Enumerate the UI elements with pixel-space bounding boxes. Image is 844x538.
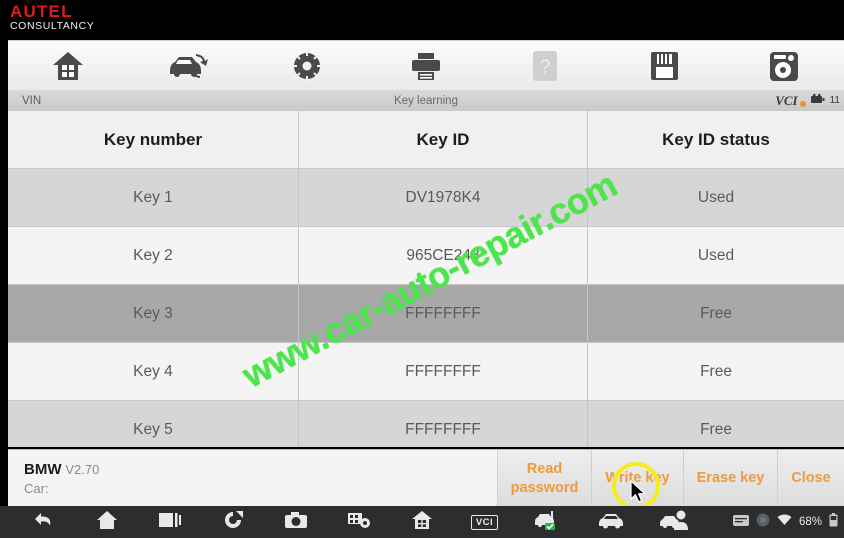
recent-apps-icon (158, 511, 182, 534)
save-floppy-icon (650, 51, 679, 81)
cell-key-id: FFFFFFFF (299, 343, 588, 400)
table-header-row: Key number Key ID Key ID status (8, 111, 844, 169)
column-header-key-id-status: Key ID status (662, 129, 770, 149)
svg-text:?: ? (540, 57, 551, 78)
bottom-action-bar: BMW V2.70 Car: Read password Write key E… (8, 449, 844, 507)
vci-badge-icon: VCI (470, 514, 499, 530)
vehicle-swap-icon (166, 51, 209, 81)
nav-recent-apps-button[interactable] (138, 511, 201, 534)
cell-key-id-status: Free (700, 362, 732, 380)
nav-left-group: VCI (0, 510, 705, 535)
cell-key-id: FFFFFFFF (299, 285, 588, 342)
cell-key-number: Key 5 (8, 401, 299, 447)
data-logging-icon (769, 51, 799, 82)
nav-rotate-button[interactable] (201, 510, 264, 535)
key-table: Key number Key ID Key ID status Key 1 DV… (8, 111, 844, 447)
nav-screenshot-settings-button[interactable] (327, 511, 390, 534)
brand-name: AUTEL (10, 2, 73, 21)
car-icon (597, 511, 625, 534)
cell-key-id-status: Used (697, 188, 735, 206)
battery-icon (829, 512, 838, 532)
toolbar-settings-button[interactable] (247, 41, 366, 91)
app-home-icon (411, 510, 433, 535)
home-icon (51, 50, 85, 82)
circle-icon[interactable] (756, 513, 770, 532)
vehicle-make: BMW (24, 461, 62, 478)
printer-icon (410, 51, 442, 81)
toolbar-help-button[interactable]: ? (486, 41, 605, 91)
vehicle-info: BMW V2.70 Car: (8, 450, 497, 507)
nav-app-home-button[interactable] (390, 510, 453, 535)
screenshot-settings-icon (347, 511, 371, 534)
read-password-button[interactable]: Read password (497, 450, 591, 507)
nav-camera-button[interactable] (264, 511, 327, 534)
nav-car-button[interactable] (579, 511, 642, 534)
write-key-button[interactable]: Write key (591, 450, 683, 507)
vci-label: VCI (775, 92, 798, 108)
cell-key-id-status: Used (697, 246, 735, 264)
erase-key-button[interactable]: Erase key (683, 450, 777, 507)
toolbar-datalog-button[interactable] (725, 41, 844, 91)
toolbar-print-button[interactable] (366, 41, 485, 91)
camera-icon (284, 511, 308, 534)
nav-status-group: 68% (732, 512, 838, 532)
vin-right-status: VCI 11 (775, 93, 840, 109)
cell-key-id-status: Free (700, 304, 732, 322)
table-row[interactable]: Key 1 DV1978K4 Used (8, 169, 844, 227)
table-row[interactable]: Key 5 FFFFFFFF Free (8, 401, 844, 447)
page-title: Key learning (394, 94, 458, 107)
cell-key-number: Key 1 (8, 169, 299, 226)
table-row[interactable]: Key 4 FFFFFFFF Free (8, 343, 844, 401)
nav-remote-support-button[interactable] (642, 510, 705, 535)
nav-vci-badge[interactable]: VCI (453, 514, 516, 530)
battery-percent: 68% (798, 516, 822, 528)
table-row-selected[interactable]: Key 3 FFFFFFFF Free (8, 285, 844, 343)
cell-key-number: Key 3 (8, 285, 299, 342)
vci-status-dot (799, 100, 806, 107)
brand-bar: AUTEL CONSULTANCY (0, 0, 844, 38)
android-nav-bar: VCI 68% (0, 506, 844, 538)
battery-icon (810, 94, 825, 107)
column-header-key-id: Key ID (299, 111, 588, 168)
cell-key-number: Key 2 (8, 227, 299, 284)
tablet-screen: AUTEL CONSULTANCY ? VIN Key learning VCI… (0, 0, 844, 538)
autel-logo: AUTEL CONSULTANCY (10, 3, 94, 32)
cell-key-id: 965CE248 (299, 227, 588, 284)
nav-home-button[interactable] (75, 510, 138, 535)
cell-key-number: Key 4 (8, 343, 299, 400)
wifi-icon (777, 513, 792, 531)
cell-key-id: FFFFFFFF (299, 401, 588, 447)
remote-support-icon (659, 510, 689, 535)
help-icon: ? (532, 50, 558, 82)
toolbar-vehicle-button[interactable] (127, 41, 246, 91)
column-header-key-number: Key number (8, 111, 299, 168)
app-toolbar: ? (8, 40, 844, 92)
vehicle-version: V2.70 (65, 462, 100, 477)
keyboard-icon[interactable] (732, 513, 749, 531)
table-row[interactable]: Key 2 965CE248 Used (8, 227, 844, 285)
nav-back-button[interactable] (12, 510, 75, 535)
toolbar-save-button[interactable] (605, 41, 724, 91)
back-icon (33, 510, 55, 535)
battery-voltage: 11 (829, 95, 840, 106)
vehicle-car-label: Car: (24, 481, 49, 496)
gear-icon (291, 50, 323, 82)
nav-vci-connected[interactable] (516, 510, 579, 535)
close-button[interactable]: Close (777, 450, 844, 507)
vehicle-make-version: BMW V2.70 (24, 461, 497, 478)
toolbar-home-button[interactable] (8, 41, 127, 91)
cell-key-id: DV1978K4 (299, 169, 588, 226)
cell-key-id-status: Free (700, 420, 732, 438)
vin-status-bar: VIN Key learning VCI 11 (8, 90, 844, 112)
rotate-refresh-icon (222, 510, 244, 535)
home-icon (96, 510, 118, 535)
brand-subtitle: CONSULTANCY (10, 20, 95, 32)
vci-connected-icon (533, 510, 563, 535)
